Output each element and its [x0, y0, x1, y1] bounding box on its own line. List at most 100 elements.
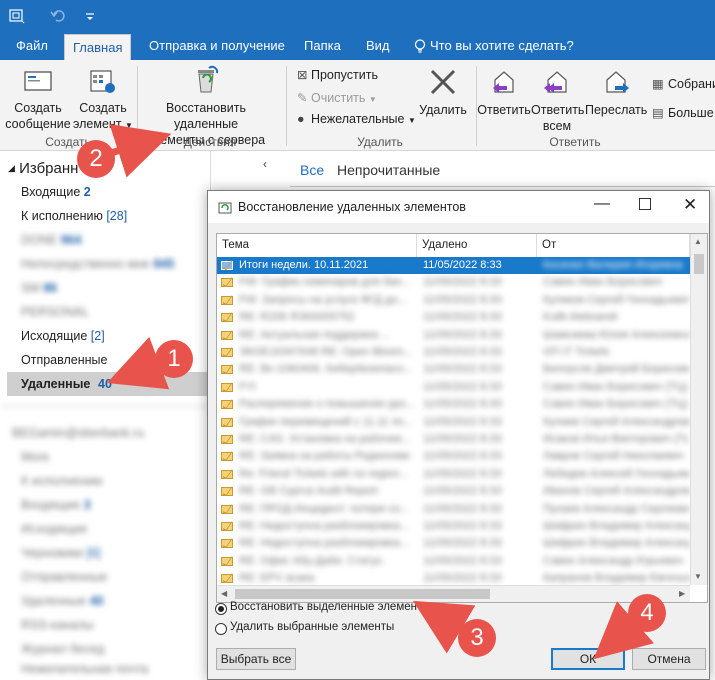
scroll-thumb[interactable] [694, 254, 704, 274]
account-folder[interactable]: Исходящие [21, 522, 87, 536]
account-folder[interactable]: Отправленные [21, 570, 107, 584]
cancel-button[interactable]: Отмена [632, 648, 706, 670]
table-row-selected[interactable]: Итоги недели. 10.11.2021 11/05/2022 8:33 К… [217, 257, 690, 275]
divider [290, 186, 715, 187]
meeting-button[interactable]: ▦ Собрани [652, 76, 715, 91]
table-row[interactable]: FYI 11/05/2022 8:33 Савин Иван Борисович (… [217, 379, 690, 396]
favorites-header[interactable]: ◢ Избранн [8, 160, 78, 177]
folder-pane: ◢ Избранн ‹ Входящие 2 К исполнению [28]… [0, 151, 267, 678]
folder-outbox[interactable]: Исходящие [2] [21, 329, 105, 343]
cell-from: Савин Иван Борисович (ТЦ) [543, 398, 688, 411]
table-row[interactable]: Распоряжение о повышении уро... 11/05/202… [217, 396, 690, 413]
col-header-deleted[interactable]: Удалено [417, 234, 537, 257]
ribbon-separator [137, 66, 138, 146]
forward-button[interactable]: Переслать [585, 66, 647, 118]
table-row[interactable]: RE: Вх-1060406. Кибербезопасн... 11/05/20… [217, 361, 690, 378]
cell-subject: RE: R206 ЯЭ00005752 [239, 311, 355, 324]
folder-direct[interactable]: Непосредственно мне 845 [21, 257, 174, 271]
clean-up-button[interactable]: ✎ Очистить ▼ [297, 90, 377, 105]
restore-selected-label[interactable]: Восстановить выделенные элементы [230, 601, 431, 613]
new-items-button[interactable]: Создать элемент ▼ [72, 68, 134, 134]
cell-subject: Re: Friend Tickets with no region... [239, 467, 409, 480]
restore-selected-radio[interactable] [215, 603, 227, 615]
table-row[interactable]: RE: R206 ЯЭ00005752 11/05/2022 8:33 Kulik … [217, 309, 690, 326]
collapse-pane-icon[interactable]: ‹ [263, 157, 267, 171]
scroll-up-icon[interactable]: ▲ [694, 237, 702, 246]
tab-file[interactable]: Файл [8, 32, 56, 60]
reply-button[interactable]: Ответить [477, 66, 531, 118]
table-row[interactable]: RE: ПРОД Инцидент: потеря со... 11/05/202… [217, 501, 690, 518]
envelope-icon [221, 382, 233, 392]
cell-subject: RE: Недоступна разблокировка... [239, 520, 409, 532]
scroll-left-icon[interactable]: ◀ [221, 589, 227, 598]
scroll-down-icon[interactable]: ▼ [694, 572, 702, 581]
tab-view[interactable]: Вид [358, 32, 398, 60]
account-folder[interactable]: Входящие 3 [21, 498, 91, 512]
folder-inbox[interactable]: Входящие 2 [21, 185, 91, 199]
filter-all[interactable]: Все [300, 162, 324, 178]
undo-icon[interactable] [50, 8, 66, 24]
table-row[interactable]: Re: Friend Tickets with no region... 11/0… [217, 466, 690, 483]
table-row[interactable]: RE: Офис Абу-Даби. Статус. 11/05/2022 8:3… [217, 553, 690, 570]
cell-from: Косенко Валерия Игоревна [543, 259, 683, 271]
table-row[interactable]: RE: Актуальная поддержка ... 11/05/2022 8… [217, 327, 690, 344]
account-folder[interactable]: Нежелательная почта [21, 662, 148, 676]
maximize-icon[interactable] [639, 198, 651, 210]
junk-button[interactable]: ● Нежелательные ▼ [297, 112, 416, 126]
account-folder[interactable]: К исполнению [21, 474, 103, 488]
new-message-button[interactable]: Создать сообщение [3, 68, 73, 132]
minimize-icon[interactable]: — [594, 195, 610, 213]
filter-unread[interactable]: Непрочитанные [337, 162, 440, 178]
account-folder[interactable]: Журнал бесед [21, 642, 104, 656]
account-folder[interactable]: More [21, 450, 49, 464]
customize-toolbar-icon[interactable] [82, 8, 98, 24]
table-row[interactable]: FW: График семинаров для бан... 11/05/202… [217, 274, 690, 291]
close-icon[interactable]: ✕ [683, 195, 697, 215]
folder-done[interactable]: DONE 964 [21, 233, 81, 247]
folder-personal[interactable]: PERSONAL [21, 305, 89, 319]
tab-home[interactable]: Главная [64, 34, 132, 61]
scroll-right-icon[interactable]: ▶ [679, 589, 685, 598]
dropdown-arrow-icon: ▼ [125, 121, 133, 130]
purge-selected-radio[interactable] [215, 623, 227, 635]
cell-deleted: 11/05/2022 8:33 [423, 537, 502, 550]
cell-subject: Итоги недели. 10.11.2021 [239, 259, 369, 271]
cell-deleted: 11/05/2022 8:33 [423, 415, 502, 428]
table-row[interactable]: График перемещений с 11.11 по... 11/05/20… [217, 414, 690, 431]
cell-from: Кулиев Сергей Александрович [543, 415, 690, 428]
cell-from: Исаков Илья Викторович (ТЦ) [543, 433, 690, 445]
table-row[interactable]: RE: Недоступна разблокировка... 11/05/202… [217, 518, 690, 535]
scroll-thumb[interactable] [235, 589, 490, 599]
cell-from: Савин Александр Юрьевич [543, 554, 684, 567]
purge-selected-label[interactable]: Удалить выбранные элементы [230, 621, 394, 633]
folder-sm[interactable]: SM 86 [21, 281, 57, 295]
account-folder[interactable]: Черновики [6] [21, 546, 101, 560]
table-row[interactable]: RE: GB Cyprus Audit Report 11/05/2022 8:3… [217, 483, 690, 500]
account-folder[interactable]: Удаленные 40 [21, 594, 104, 608]
send-receive-icon[interactable] [9, 8, 25, 24]
table-row[interactable]: RE: Заявка на работы Родионово 11/05/2022… [217, 448, 690, 465]
tab-folder[interactable]: Папка [296, 32, 349, 60]
col-header-subject[interactable]: Тема [217, 234, 417, 257]
vertical-scrollbar[interactable]: ▲ ▼ [690, 234, 707, 585]
ignore-button[interactable]: ⊠ Пропустить [297, 67, 378, 82]
table-row[interactable]: ЭКОЕ16347648 RE: Open Bloom... 11/05/2022… [217, 344, 690, 361]
folder-todo[interactable]: К исполнению [28] [21, 209, 127, 223]
more-respond-button[interactable]: ▤ Больше [652, 105, 714, 120]
tab-send-receive[interactable]: Отправка и получение [141, 32, 293, 60]
delete-button[interactable]: Удалить [416, 68, 470, 118]
select-all-button[interactable]: Выбрать все [216, 648, 296, 670]
tell-me-search[interactable]: Что вы хотите сделать? [422, 32, 582, 60]
col-header-from[interactable]: От [537, 234, 690, 257]
folder-sent[interactable]: Отправленные [21, 353, 107, 367]
account-folder[interactable]: RSS-каналы [21, 618, 94, 632]
cell-from: Иванов Сергей Александрович [543, 485, 690, 498]
table-row[interactable]: RE: Недоступна разблокировка... 11/05/202… [217, 535, 690, 552]
account-header[interactable]: BEGamin@sberbank.ru [12, 426, 144, 440]
ok-button[interactable]: ОК [551, 648, 625, 670]
reply-all-icon [544, 71, 567, 93]
table-row[interactable]: RE: CAS. Установка на рабочее... 11/05/20… [217, 431, 690, 448]
reply-all-button[interactable]: Ответить всем [531, 66, 584, 134]
cell-from: Белоусов Дмитрий Борисович [543, 363, 690, 376]
table-row[interactable]: FW: Запросы на услуги ФГД до... 11/05/202… [217, 292, 690, 309]
